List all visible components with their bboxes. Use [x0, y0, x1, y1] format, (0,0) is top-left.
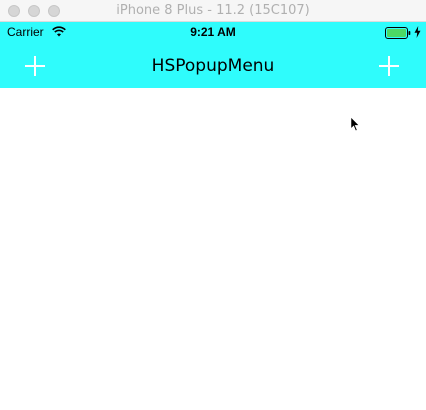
window-title: iPhone 8 Plus - 11.2 (15C107) [116, 3, 310, 18]
device-screen: Carrier 9:21 AM HSPopupMenu [0, 22, 426, 410]
status-time: 9:21 AM [190, 25, 236, 39]
navigation-area: Carrier 9:21 AM HSPopupMenu [0, 22, 426, 88]
plus-icon [379, 56, 399, 76]
status-bar: Carrier 9:21 AM [0, 22, 426, 42]
mouse-cursor-icon [350, 116, 361, 132]
charging-bolt-icon [414, 26, 421, 38]
nav-title: HSPopupMenu [151, 56, 275, 76]
battery-icon [385, 27, 411, 39]
window-titlebar: iPhone 8 Plus - 11.2 (15C107) [0, 0, 426, 22]
right-add-button[interactable] [378, 55, 400, 77]
simulator-window: iPhone 8 Plus - 11.2 (15C107) Carrier 9:… [0, 0, 426, 410]
content-area[interactable] [0, 88, 426, 410]
navigation-bar: HSPopupMenu [0, 42, 426, 88]
